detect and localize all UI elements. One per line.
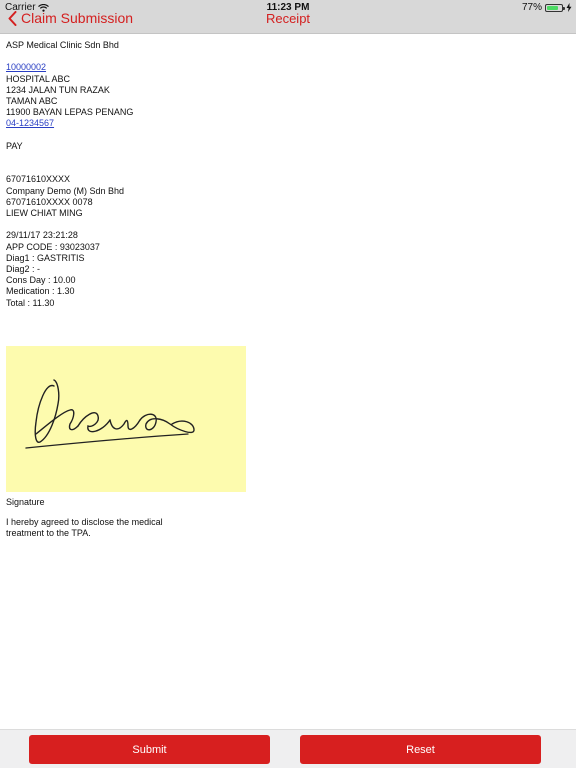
diagnosis-2: Diag2 : - — [6, 263, 41, 274]
reset-button[interactable]: Reset — [300, 735, 541, 764]
battery-level — [547, 5, 558, 10]
bottom-toolbar: Submit Reset — [0, 729, 576, 768]
disclosure-text: I hereby agreed to disclose the medical … — [6, 517, 163, 539]
app-code: APP CODE : 93023037 — [6, 241, 100, 252]
signature-label: Signature — [6, 497, 45, 507]
address-line: TAMAN ABC — [6, 96, 58, 106]
submit-button[interactable]: Submit — [29, 735, 270, 764]
visit-datetime: 29/11/17 23:21:28 — [6, 230, 78, 241]
clinic-name: ASP Medical Clinic Sdn Bhd — [6, 40, 119, 50]
charging-bolt-icon — [566, 3, 572, 12]
member-ic: 67071610XXXX — [6, 174, 71, 185]
disclosure-line: I hereby agreed to disclose the medical — [6, 517, 163, 527]
address-line: HOSPITAL ABC — [6, 73, 71, 84]
total-amount: Total : 11.30 — [6, 297, 55, 308]
phone-link[interactable]: 04-1234567 — [6, 118, 54, 128]
member-name: LIEW CHIAT MING — [6, 207, 83, 218]
signature-drawing — [25, 379, 195, 449]
clinic-code-link[interactable]: 10000002 — [6, 62, 46, 72]
member-card: 67071610XXXX 0078 — [6, 196, 93, 207]
battery-indicator: 77% — [522, 2, 572, 13]
medication-fee: Medication : 1.30 — [6, 286, 75, 297]
consultation-fee: Cons Day : 10.00 — [6, 275, 76, 286]
address-line: 1234 JALAN TUN RAZAK — [6, 84, 110, 95]
status-bar: Carrier 11:23 PM 77% — [0, 0, 576, 14]
receipt-content: ASP Medical Clinic Sdn Bhd 10000002 HOSP… — [6, 40, 566, 309]
battery-icon — [545, 3, 565, 12]
battery-percent: 77% — [521, 2, 542, 13]
pay-label: PAY — [6, 140, 23, 151]
disclosure-line: treatment to the TPA. — [6, 528, 91, 539]
address-line: 11900 BAYAN LEPAS PENANG — [6, 107, 134, 118]
signature-pad[interactable] — [6, 346, 246, 492]
clock: 11:23 PM — [266, 2, 310, 13]
diagnosis-1: Diag1 : GASTRITIS — [6, 252, 85, 263]
company-name: Company Demo (M) Sdn Bhd — [6, 185, 125, 196]
